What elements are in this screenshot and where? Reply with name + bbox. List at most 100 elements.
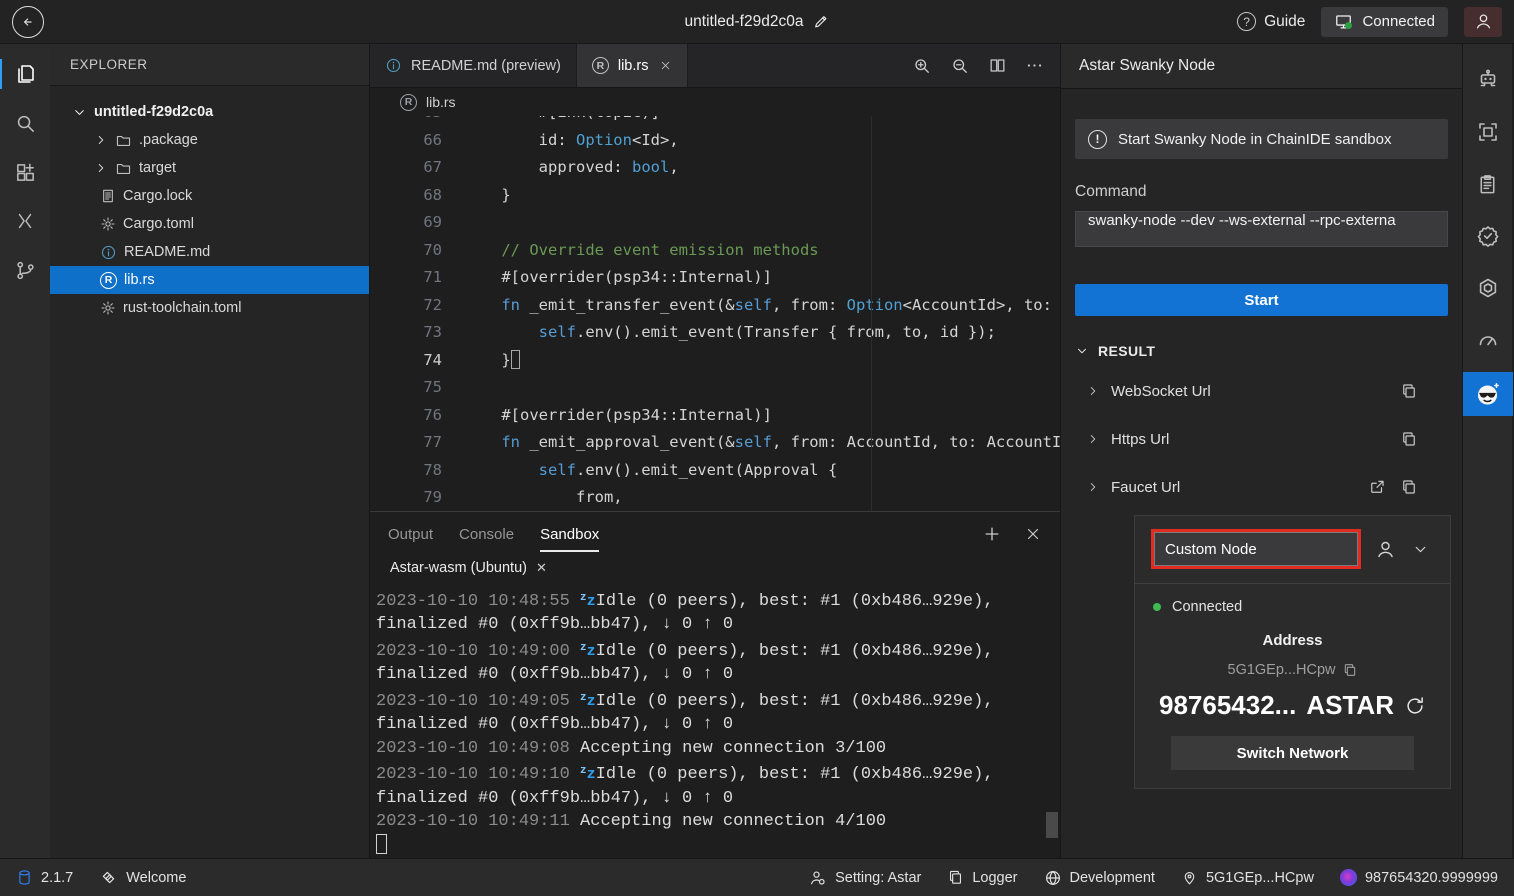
result-header-label: RESULT xyxy=(1098,343,1155,359)
copy-icon[interactable] xyxy=(1342,662,1358,678)
tab-lib-rs[interactable]: R lib.rs xyxy=(577,44,689,87)
project-title-group: untitled-f29d2c0a xyxy=(685,13,830,31)
tree-item-cargo-lock[interactable]: Cargo.lock xyxy=(50,182,369,210)
editor-tab-bar: README.md (preview) R lib.rs xyxy=(370,44,1060,88)
close-session-icon[interactable]: ✕ xyxy=(536,560,547,576)
result-row-faucet[interactable]: Faucet Url xyxy=(1075,463,1448,511)
frame-icon xyxy=(1476,120,1500,144)
panel-tab-output[interactable]: Output xyxy=(388,526,433,552)
panel-scrollbar-thumb[interactable] xyxy=(1046,812,1058,838)
version-item[interactable]: 2.1.7 xyxy=(16,868,73,887)
refresh-icon[interactable] xyxy=(1404,695,1426,717)
tree-item-target[interactable]: target xyxy=(50,154,369,182)
account-item[interactable]: 5G1GEp...HCpw xyxy=(1181,869,1314,887)
rail-gauge[interactable] xyxy=(1463,320,1513,360)
connected-button[interactable]: Connected xyxy=(1321,7,1448,37)
start-button[interactable]: Start xyxy=(1075,284,1448,316)
swanky-node-panel: Astar Swanky Node ! Start Swanky Node in… xyxy=(1060,44,1462,858)
node-selector-highlight[interactable]: Custom Node xyxy=(1151,529,1361,569)
database-icon xyxy=(16,869,33,886)
title-bar: untitled-f29d2c0a ? Guide Connected xyxy=(0,0,1514,44)
command-label: Command xyxy=(1075,183,1448,201)
edit-pencil-icon[interactable] xyxy=(812,13,829,30)
rail-openai[interactable] xyxy=(1463,268,1513,308)
back-button[interactable] xyxy=(12,6,44,38)
account-label: 5G1GEp...HCpw xyxy=(1206,870,1314,886)
account-avatar-button[interactable] xyxy=(1464,7,1502,37)
switch-network-button[interactable]: Switch Network xyxy=(1171,736,1414,770)
monitor-icon xyxy=(1334,12,1353,31)
copy-icon[interactable] xyxy=(1400,382,1418,400)
activity-files[interactable] xyxy=(0,54,50,94)
gear-icon xyxy=(100,216,116,232)
result-row-websocket[interactable]: WebSocket Url xyxy=(1075,367,1448,415)
rail-swanky-active[interactable] xyxy=(1463,372,1513,416)
breadcrumb[interactable]: R lib.rs xyxy=(370,88,1060,116)
rail-clipboard[interactable] xyxy=(1463,164,1513,204)
bottom-panel: Output Console Sandbox Astar-wasm (Ubunt… xyxy=(370,511,1060,859)
clipboard-icon xyxy=(1476,173,1499,196)
close-icon[interactable] xyxy=(659,59,672,72)
explorer-header: EXPLORER xyxy=(50,44,369,86)
balance-item[interactable]: 987654320.9999999 xyxy=(1340,869,1498,887)
result-section-header[interactable]: RESULT xyxy=(1075,343,1448,359)
tree-item-label: Cargo.lock xyxy=(123,188,192,204)
close-panel-icon[interactable] xyxy=(1024,525,1042,543)
swanky-face-icon xyxy=(1474,381,1501,408)
activity-search[interactable] xyxy=(0,103,50,143)
panel-title: Astar Swanky Node xyxy=(1061,44,1462,89)
globe-icon xyxy=(1044,869,1062,887)
chevron-down-icon[interactable] xyxy=(1412,541,1429,558)
gear-icon xyxy=(100,300,116,316)
breadcrumb-label: lib.rs xyxy=(426,94,456,110)
environment-item[interactable]: Development xyxy=(1044,869,1155,887)
tree-item-readme[interactable]: README.md xyxy=(50,238,369,266)
panel-tab-sandbox[interactable]: Sandbox xyxy=(540,526,599,552)
file-tree: untitled-f29d2c0a .package target Cargo.… xyxy=(50,86,369,322)
activity-collapse-panels[interactable] xyxy=(0,201,50,241)
account-icon[interactable] xyxy=(1375,539,1396,560)
chevron-right-icon xyxy=(94,161,108,175)
split-editor-icon[interactable] xyxy=(988,56,1007,75)
external-link-icon[interactable] xyxy=(1368,478,1386,496)
zoom-out-icon[interactable] xyxy=(950,56,970,76)
tree-item-rust-toolchain[interactable]: rust-toolchain.toml xyxy=(50,294,369,322)
more-actions-icon[interactable] xyxy=(1025,56,1044,75)
zoom-in-icon[interactable] xyxy=(912,56,932,76)
robot-icon xyxy=(1476,68,1500,92)
address-label: Address xyxy=(1151,632,1434,649)
logger-item[interactable]: Logger xyxy=(947,869,1017,887)
tab-readme[interactable]: README.md (preview) xyxy=(370,44,577,87)
activity-extensions[interactable] xyxy=(0,152,50,192)
rail-badge-check[interactable] xyxy=(1463,216,1513,256)
sandbox-session-tab[interactable]: Astar-wasm (Ubuntu) ✕ xyxy=(370,552,1060,584)
welcome-item[interactable]: Welcome xyxy=(99,868,186,887)
tree-item-label: .package xyxy=(139,132,198,148)
add-terminal-icon[interactable] xyxy=(982,524,1002,544)
setting-item[interactable]: Setting: Astar xyxy=(809,869,921,887)
tree-item-cargo-toml[interactable]: Cargo.toml xyxy=(50,210,369,238)
tab-label: README.md (preview) xyxy=(411,58,561,74)
tree-root[interactable]: untitled-f29d2c0a xyxy=(50,98,369,126)
node-selector[interactable]: Custom Node xyxy=(1154,532,1358,566)
copy-icon[interactable] xyxy=(1400,478,1418,496)
plugin-rail xyxy=(1462,44,1512,858)
code-editor[interactable]: 65 #[ink(topic)]66 id: Option<Id>,67 app… xyxy=(370,116,1060,511)
code-lines: 65 #[ink(topic)]66 id: Option<Id>,67 app… xyxy=(370,116,1060,511)
version-label: 2.1.7 xyxy=(41,870,73,886)
panel-body: ! Start Swanky Node in ChainIDE sandbox … xyxy=(1061,89,1462,858)
panel-tab-console[interactable]: Console xyxy=(459,526,514,552)
guide-button[interactable]: ? Guide xyxy=(1237,12,1305,31)
copy-icon[interactable] xyxy=(1400,430,1418,448)
result-row-https[interactable]: Https Url xyxy=(1075,415,1448,463)
rail-robot[interactable] xyxy=(1463,60,1513,100)
tree-item-lib-rs[interactable]: R lib.rs xyxy=(50,266,369,294)
idle-zzz-icon: zz xyxy=(580,765,596,784)
tree-item-package[interactable]: .package xyxy=(50,126,369,154)
logger-icon xyxy=(947,869,964,886)
sandbox-notice-banner: ! Start Swanky Node in ChainIDE sandbox xyxy=(1075,119,1448,159)
person-gear-icon xyxy=(809,869,827,887)
rail-frame[interactable] xyxy=(1463,112,1513,152)
activity-source-control[interactable] xyxy=(0,250,50,290)
command-input[interactable]: swanky-node --dev --ws-external --rpc-ex… xyxy=(1075,211,1448,247)
